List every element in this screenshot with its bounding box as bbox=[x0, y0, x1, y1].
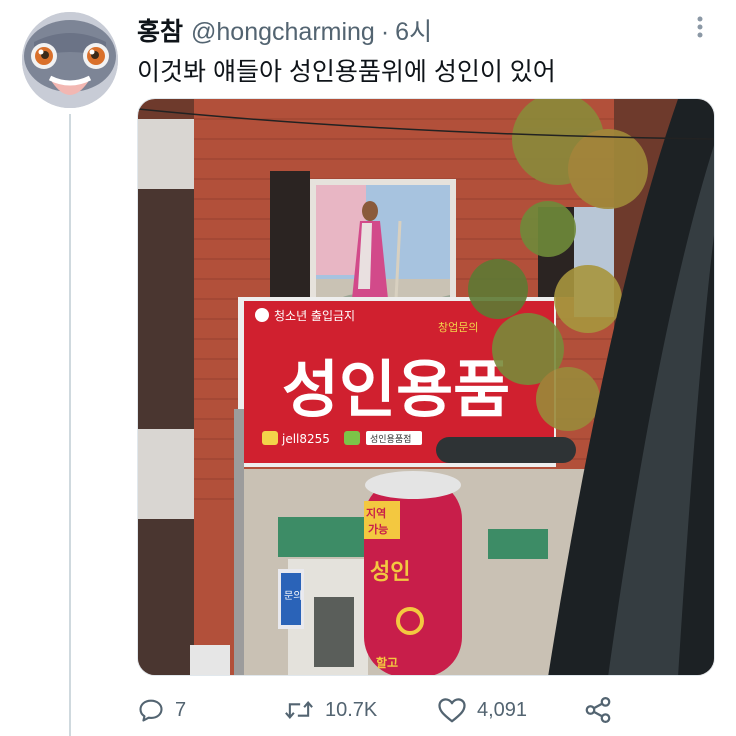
door-sign: 문의 bbox=[284, 590, 302, 602]
more-button[interactable] bbox=[690, 14, 710, 40]
sign-contact: jell8255 bbox=[281, 432, 330, 446]
sign-top-left: 청소년 출입금지 bbox=[274, 309, 355, 323]
reply-icon bbox=[139, 699, 163, 722]
thread-line bbox=[69, 114, 71, 736]
reply-count: 7 bbox=[175, 698, 187, 721]
heart-icon bbox=[438, 698, 466, 723]
tweet-photo[interactable]: 청소년 출입금지 창업문의 성인용품 jell8255 성인용품점 문의 지역 … bbox=[137, 98, 715, 676]
tube-sign-vertical: 성인 bbox=[370, 560, 410, 585]
sign-tag: 성인용품점 bbox=[370, 433, 411, 445]
photo-scene: 청소년 출입금지 창업문의 성인용품 jell8255 성인용품점 문의 지역 … bbox=[138, 99, 714, 675]
like-count: 4,091 bbox=[477, 698, 528, 721]
display-name[interactable]: 홍참 bbox=[137, 12, 183, 48]
avatar-icon bbox=[22, 12, 118, 108]
tweet-time[interactable]: 6시 bbox=[395, 12, 432, 48]
sign-top-right: 창업문의 bbox=[438, 321, 478, 334]
retweet-button[interactable]: 10.7K bbox=[283, 690, 377, 730]
sign-main-text: 성인용품 bbox=[282, 353, 510, 426]
reply-button[interactable]: 7 bbox=[137, 690, 186, 730]
retweet-count: 10.7K bbox=[325, 698, 378, 721]
retweet-icon bbox=[285, 701, 313, 719]
tube-sign-top: 지역 bbox=[366, 506, 386, 520]
avatar[interactable] bbox=[22, 12, 118, 108]
separator-dot: · bbox=[380, 18, 390, 46]
tweet-actions: 7 10.7K 4,091 bbox=[137, 690, 727, 730]
user-handle[interactable]: @hongcharming bbox=[191, 18, 375, 47]
tube-sign-bottom: 할고 bbox=[376, 655, 398, 670]
like-button[interactable]: 4,091 bbox=[437, 690, 527, 730]
tweet-header: 홍참 @hongcharming · 6시 bbox=[137, 12, 432, 46]
tweet-text: 이것봐 얘들아 성인용품위에 성인이 있어 bbox=[137, 58, 556, 86]
share-icon bbox=[585, 697, 611, 723]
more-dots-icon bbox=[697, 16, 703, 38]
share-button[interactable] bbox=[583, 690, 623, 730]
tube-sign-sub: 가능 bbox=[368, 522, 388, 536]
